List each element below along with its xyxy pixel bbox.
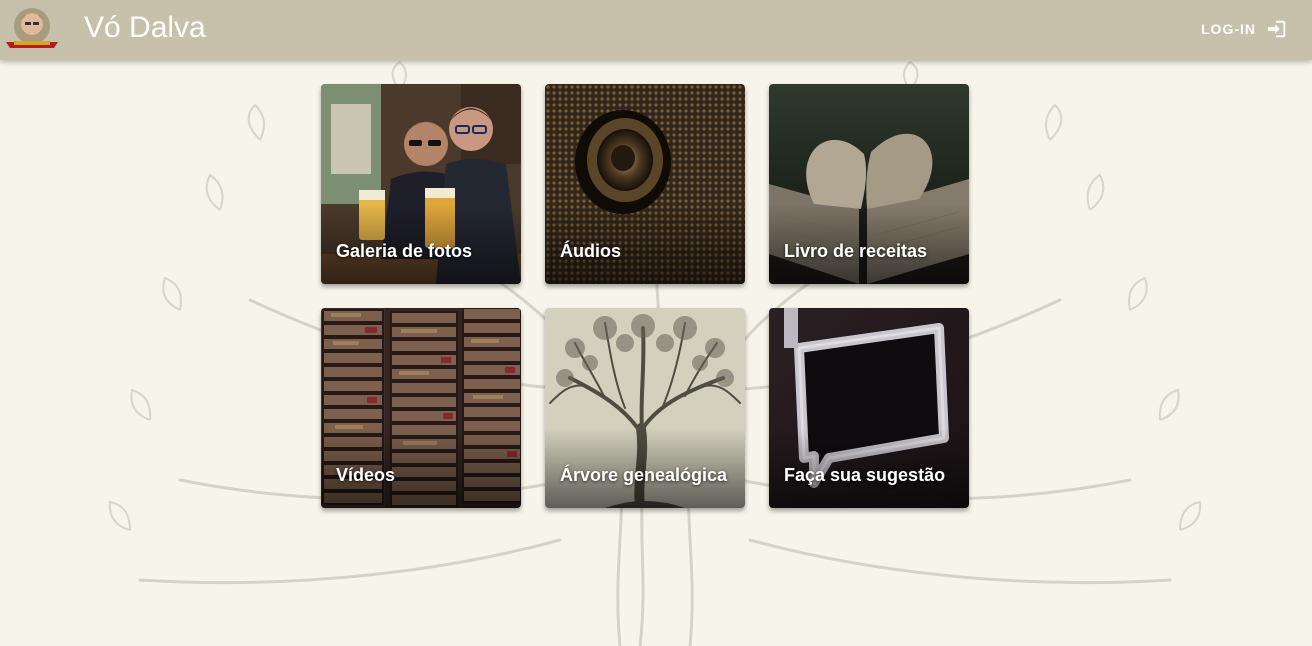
card-label: Faça sua sugestão	[784, 465, 946, 485]
card-audios[interactable]: Áudios	[545, 84, 745, 284]
card-label: Vídeos	[336, 465, 396, 485]
card-recipe-book[interactable]: Livro de receitas	[769, 84, 969, 284]
login-label: LOG-IN	[1201, 21, 1256, 37]
top-app-bar: Vó Dalva LOG-IN	[0, 0, 1312, 60]
card-label: Áudios	[560, 241, 621, 261]
card-family-tree[interactable]: Árvore genealógica	[545, 308, 745, 508]
card-suggestion[interactable]: Faça sua sugestão	[769, 308, 969, 508]
card-label: Galeria de fotos	[336, 241, 473, 261]
card-videos[interactable]: Vídeos	[321, 308, 521, 508]
card-label: Árvore genealógica	[560, 465, 728, 485]
card-photo-gallery[interactable]: Galeria de fotos	[321, 84, 521, 284]
login-button[interactable]: LOG-IN	[1201, 15, 1288, 43]
login-icon	[1267, 20, 1286, 38]
card-label: Livro de receitas	[784, 241, 928, 261]
menu-card-grid: Galeria de fotos Áudios Livro de receita…	[321, 84, 969, 508]
page-title: Vó Dalva	[84, 11, 206, 44]
grandma-avatar-logo[interactable]	[4, 4, 60, 52]
